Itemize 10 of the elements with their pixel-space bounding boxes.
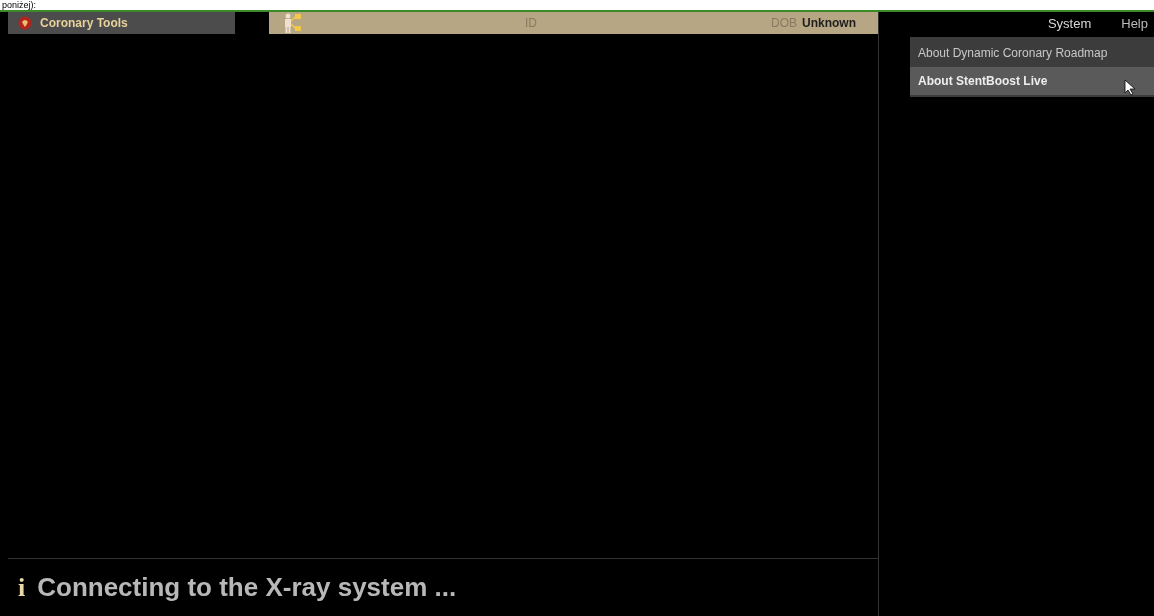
menu-item[interactable]: System: [1047, 15, 1092, 31]
app-tab[interactable]: Coronary Tools: [8, 12, 235, 34]
cursor-icon: [1124, 79, 1136, 96]
dropdown-item[interactable]: About StentBoost Live: [910, 67, 1154, 95]
dropdown-item[interactable]: About Dynamic Coronary Roadmap: [910, 39, 1154, 67]
caption-text: poniżej):: [1, 0, 37, 10]
menu-item[interactable]: Help: [1121, 15, 1148, 31]
dob-value: Unknown: [802, 16, 856, 30]
status-message: Connecting to the X-ray system ...: [37, 572, 457, 603]
info-icon: i: [18, 572, 26, 603]
